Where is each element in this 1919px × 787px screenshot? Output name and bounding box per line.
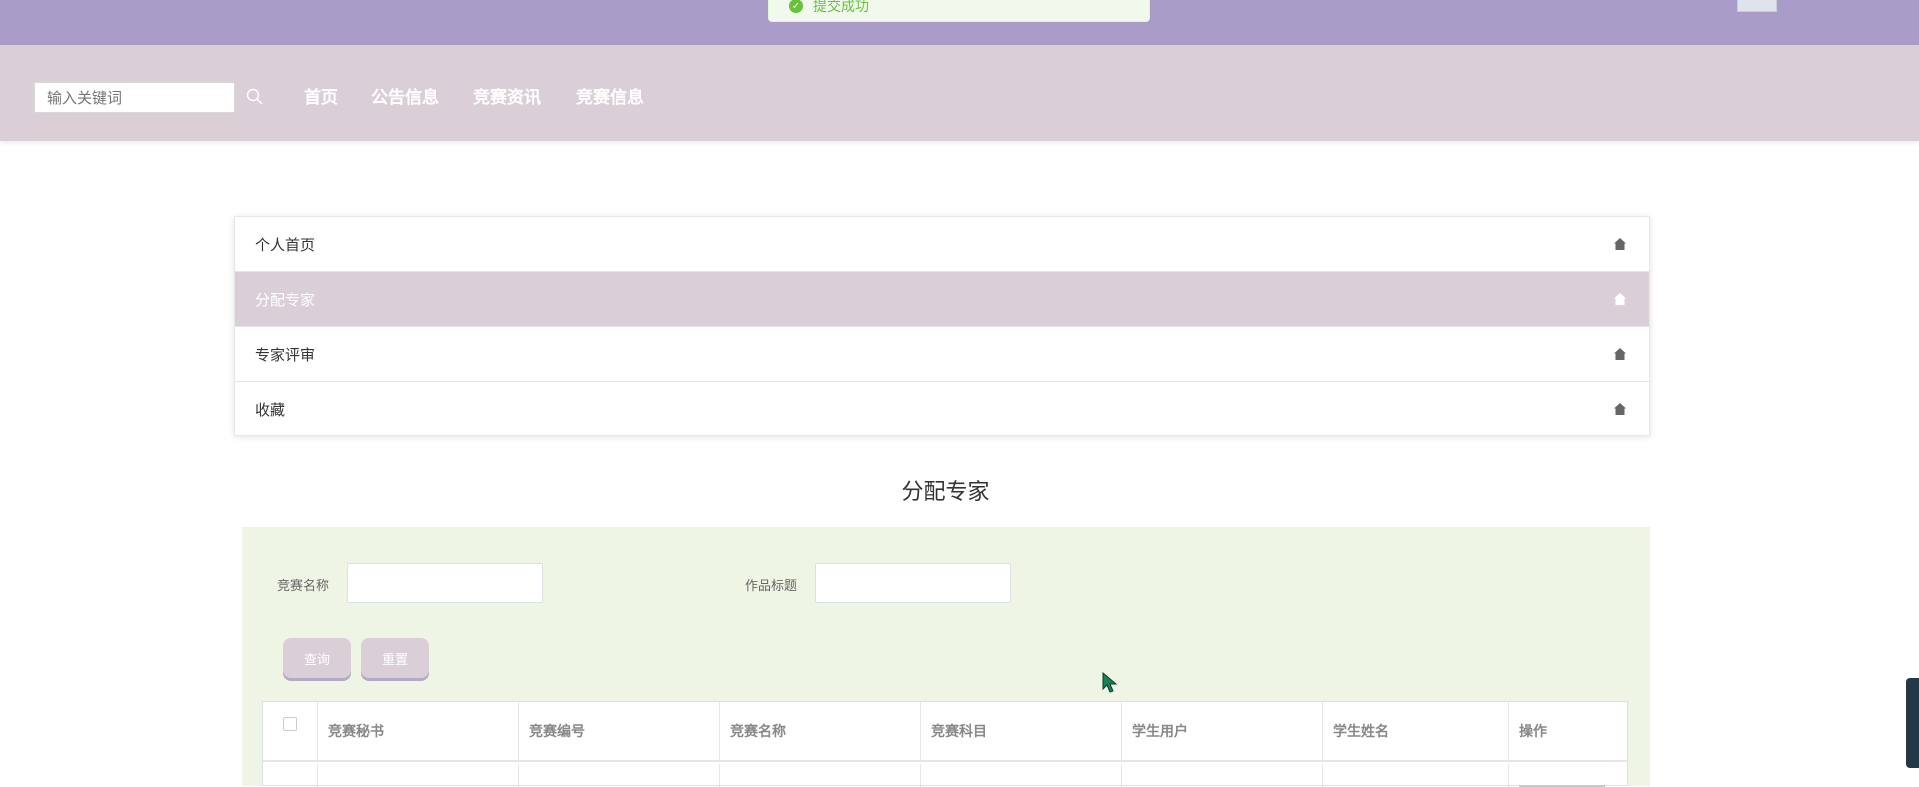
mouse-cursor-icon	[1102, 672, 1118, 693]
column-header[interactable]: 学生用户	[1122, 702, 1323, 760]
home-icon	[1614, 293, 1626, 305]
toast-message: 提交成功	[813, 0, 869, 15]
menu-item-label: 收藏	[255, 401, 286, 419]
nav-link-announcements[interactable]: 公告信息	[371, 83, 439, 108]
menu-item-label: 专家评审	[255, 345, 316, 364]
menu-item-favorites[interactable]: 收藏	[235, 382, 1649, 437]
nav-link-home[interactable]: 首页	[304, 83, 338, 108]
reset-button[interactable]: 重置	[361, 638, 429, 678]
user-center-menu: 个人首页 分配专家 专家评审 收藏	[234, 216, 1650, 436]
table-row	[263, 764, 1627, 787]
nav-link-competition-news[interactable]: 竞赛资讯	[473, 83, 541, 108]
menu-item-expert-review[interactable]: 专家评审	[235, 327, 1649, 382]
search-icon[interactable]	[245, 87, 265, 107]
home-icon	[1614, 403, 1626, 415]
column-header[interactable]: 竞赛名称	[720, 702, 921, 760]
column-header: 操作	[1519, 724, 1547, 740]
column-header[interactable]: 竞赛秘书	[318, 702, 519, 760]
home-icon	[1614, 348, 1626, 360]
home-icon	[1614, 238, 1626, 250]
search-input[interactable]	[34, 82, 235, 113]
main-navbar: 首页 公告信息 竞赛资讯 竞赛信息	[0, 45, 1919, 141]
user-avatar[interactable]	[1737, 0, 1777, 12]
column-header[interactable]: 竞赛编号	[519, 702, 720, 760]
menu-item-assign-experts[interactable]: 分配专家	[235, 272, 1649, 327]
query-button[interactable]: 查询	[283, 638, 351, 678]
success-toast: ✓ 提交成功	[768, 0, 1150, 22]
column-header[interactable]: 竞赛科目	[921, 702, 1122, 760]
work-title-label: 作品标题	[745, 579, 798, 594]
competition-name-input[interactable]	[347, 563, 543, 603]
expert-assignment-table: 竞赛秘书 竞赛编号 竞赛名称 竞赛科目 学生用户 学生姓名 操作	[262, 701, 1628, 787]
page-title: 分配专家	[901, 480, 990, 505]
menu-item-label: 分配专家	[255, 290, 316, 309]
nav-link-competition-info[interactable]: 竞赛信息	[576, 83, 644, 108]
search-panel: 竞赛名称 作品标题 查询 重置 竞赛秘书 竞赛编号 竞赛名称 竞赛科目 学生用户…	[242, 527, 1650, 787]
column-header[interactable]: 学生姓名	[1323, 702, 1509, 760]
success-check-icon: ✓	[789, 0, 803, 13]
menu-item-label: 个人首页	[255, 235, 316, 254]
competition-name-label: 竞赛名称	[277, 579, 330, 594]
select-all-cell	[263, 702, 318, 760]
table-header: 竞赛秘书 竞赛编号 竞赛名称 竞赛科目 学生用户 学生姓名 操作	[263, 702, 1627, 762]
work-title-input[interactable]	[815, 563, 1011, 603]
top-bar: ✓ 提交成功	[0, 0, 1919, 45]
floating-side-widget[interactable]	[1906, 678, 1919, 768]
select-all-checkbox[interactable]	[283, 717, 297, 731]
menu-item-personal-home[interactable]: 个人首页	[235, 217, 1649, 272]
